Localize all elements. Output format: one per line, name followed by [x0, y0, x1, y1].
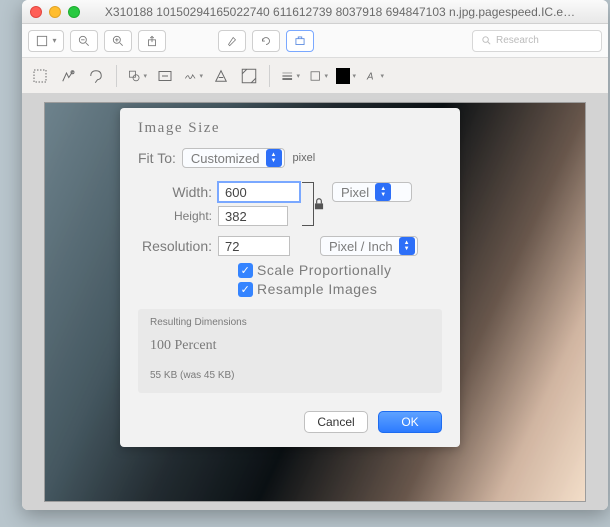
resolution-label: Resolution: [138, 238, 218, 254]
width-unit-select[interactable]: Pixel ▲▼ [332, 182, 412, 202]
zoom-in-button[interactable] [104, 30, 132, 52]
width-label: Width: [138, 184, 218, 200]
adjust-size-icon[interactable] [239, 66, 259, 86]
height-label: Height: [138, 209, 218, 223]
window-controls [30, 6, 80, 18]
resolution-unit-value: Pixel / Inch [329, 239, 393, 254]
scale-proportionally-label: Scale Proportionally [257, 262, 392, 278]
resample-images-label: Resample Images [257, 281, 377, 297]
scale-proportionally-checkbox[interactable] [238, 263, 253, 278]
adjust-color-icon[interactable] [211, 66, 231, 86]
select-arrows-icon: ▲▼ [266, 149, 282, 167]
separator [116, 65, 117, 87]
resolution-unit-select[interactable]: Pixel / Inch ▲▼ [320, 236, 418, 256]
shapes-tool-icon[interactable] [127, 66, 147, 86]
resulting-header: Resulting Dimensions [150, 317, 430, 328]
resolution-input[interactable] [218, 236, 290, 256]
fit-unit-label: pixel [293, 152, 316, 164]
markup-button[interactable] [286, 30, 314, 52]
dialog-buttons: Cancel OK [120, 403, 460, 447]
share-button[interactable] [138, 30, 166, 52]
height-input[interactable] [218, 206, 288, 226]
instant-alpha-icon[interactable] [58, 66, 78, 86]
main-toolbar: Research [22, 24, 608, 58]
lock-icon [312, 196, 326, 212]
rotate-button[interactable] [252, 30, 280, 52]
lasso-icon[interactable] [86, 66, 106, 86]
close-window-button[interactable] [30, 6, 42, 18]
resample-images-checkbox[interactable] [238, 282, 253, 297]
minimize-window-button[interactable] [49, 6, 61, 18]
fit-to-label: Fit To: [138, 150, 182, 166]
maximize-window-button[interactable] [68, 6, 80, 18]
select-arrows-icon: ▲▼ [399, 237, 415, 255]
border-color-icon[interactable] [308, 66, 328, 86]
zoom-out-button[interactable] [70, 30, 98, 52]
selection-tool-icon[interactable] [30, 66, 50, 86]
resulting-size: 55 KB (was 45 KB) [150, 370, 430, 381]
width-input[interactable] [218, 182, 300, 202]
separator [269, 65, 270, 87]
highlight-button[interactable] [218, 30, 246, 52]
markup-toolbar: A [22, 58, 608, 94]
text-tool-icon[interactable] [155, 66, 175, 86]
resulting-dimensions-box: Resulting Dimensions 100 Percent 55 KB (… [138, 309, 442, 393]
sign-tool-icon[interactable] [183, 66, 203, 86]
dialog-title: Image Size [120, 108, 460, 145]
resulting-percent: 100 Percent [150, 338, 430, 354]
color-swatch [336, 68, 350, 84]
select-arrows-icon: ▲▼ [375, 183, 391, 201]
fit-to-value: Customized [191, 151, 260, 166]
fill-color-icon[interactable] [336, 66, 356, 86]
titlebar: X310188 1015029416502274​0 611612739 803… [22, 0, 608, 24]
window-title: X310188 1015029416502274​0 611612739 803… [80, 5, 600, 19]
view-mode-button[interactable] [28, 30, 64, 52]
search-placeholder: Research [496, 35, 539, 46]
line-style-icon[interactable] [280, 66, 300, 86]
image-size-dialog: Image Size Fit To: Customized ▲▼ pixel W… [120, 108, 460, 447]
text-style-icon[interactable]: A [364, 66, 384, 86]
width-unit-value: Pixel [341, 185, 369, 200]
svg-text:A: A [366, 71, 373, 82]
search-input[interactable]: Research [472, 30, 602, 52]
ok-button[interactable]: OK [378, 411, 442, 433]
cancel-button[interactable]: Cancel [304, 411, 368, 433]
aspect-lock[interactable] [300, 182, 326, 226]
fit-to-select[interactable]: Customized ▲▼ [182, 148, 285, 168]
